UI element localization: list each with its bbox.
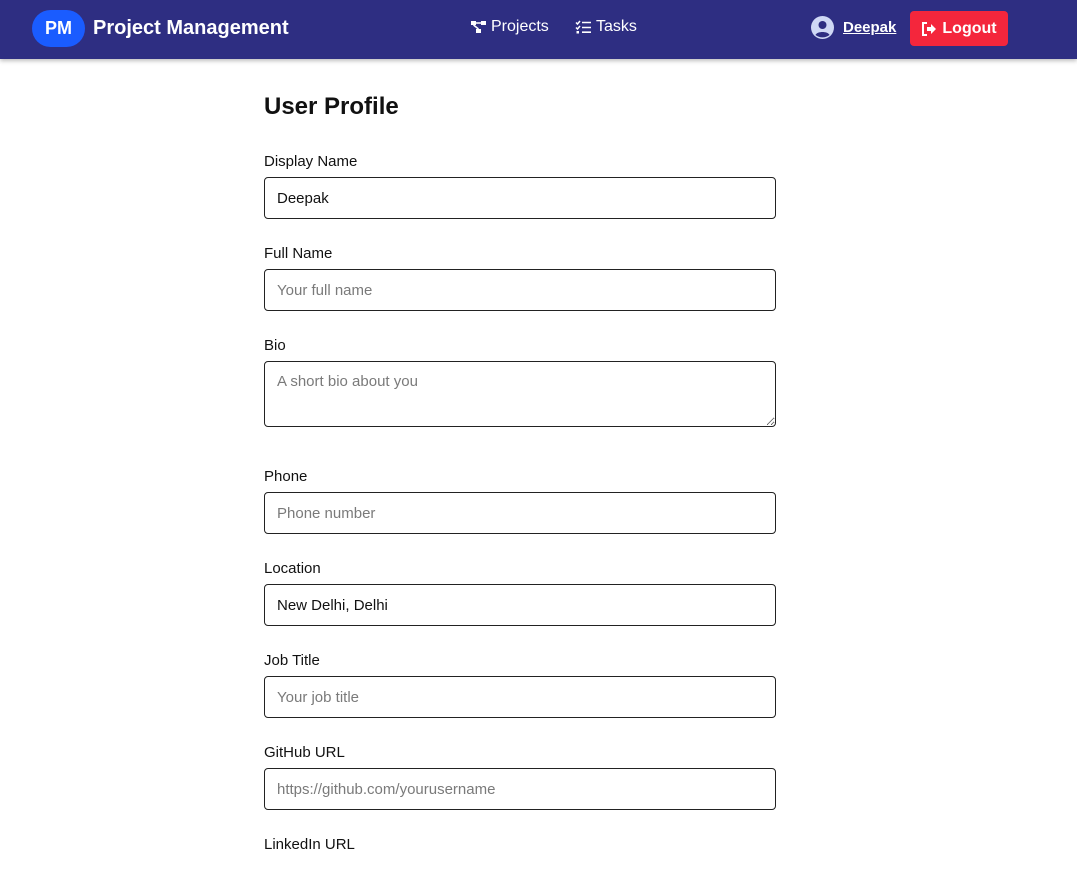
full-name-label: Full Name: [264, 245, 333, 262]
logout-label: Logout: [942, 19, 997, 37]
page-title: User Profile: [264, 93, 399, 120]
nav-projects-label: Projects: [491, 18, 549, 35]
location-field: Location: [264, 559, 776, 626]
checklist-icon: [575, 20, 591, 34]
display-name-label: Display Name: [264, 153, 358, 170]
navbar: PM Project Management Projects Tasks Dee…: [0, 0, 1077, 59]
job-title-label: Job Title: [264, 652, 320, 669]
sign-out-icon: [922, 21, 937, 36]
user-circle-icon: [811, 16, 834, 39]
bio-field: Bio: [264, 336, 776, 427]
display-name-input[interactable]: [264, 177, 776, 219]
github-url-label: GitHub URL: [264, 744, 345, 761]
linkedin-url-label: LinkedIn URL: [264, 836, 355, 853]
app-title: Project Management: [93, 17, 289, 39]
bio-textarea[interactable]: [264, 361, 776, 427]
sitemap-icon: [471, 21, 486, 33]
display-name-field: Display Name: [264, 152, 776, 219]
user-name: Deepak: [843, 19, 897, 36]
full-name-input[interactable]: [264, 269, 776, 311]
brand[interactable]: PM Project Management: [32, 10, 289, 47]
nav-tasks-link[interactable]: Tasks: [575, 18, 637, 36]
job-title-field: Job Title: [264, 651, 776, 718]
logout-button[interactable]: Logout: [910, 11, 1008, 46]
location-input[interactable]: [264, 584, 776, 626]
phone-label: Phone: [264, 468, 308, 485]
linkedin-url-field: LinkedIn URL: [264, 835, 776, 854]
github-url-input[interactable]: [264, 768, 776, 810]
nav-projects-link[interactable]: Projects: [470, 18, 549, 36]
job-title-input[interactable]: [264, 676, 776, 718]
bio-label: Bio: [264, 337, 286, 354]
nav-tasks-label: Tasks: [596, 18, 637, 35]
profile-form: User Profile Display Name Full Name Bio …: [264, 92, 776, 879]
user-profile-link[interactable]: Deepak: [811, 16, 896, 39]
logo-badge: PM: [32, 10, 85, 47]
phone-input[interactable]: [264, 492, 776, 534]
github-url-field: GitHub URL: [264, 743, 776, 810]
phone-field: Phone: [264, 467, 776, 534]
location-label: Location: [264, 560, 321, 577]
full-name-field: Full Name: [264, 244, 776, 311]
